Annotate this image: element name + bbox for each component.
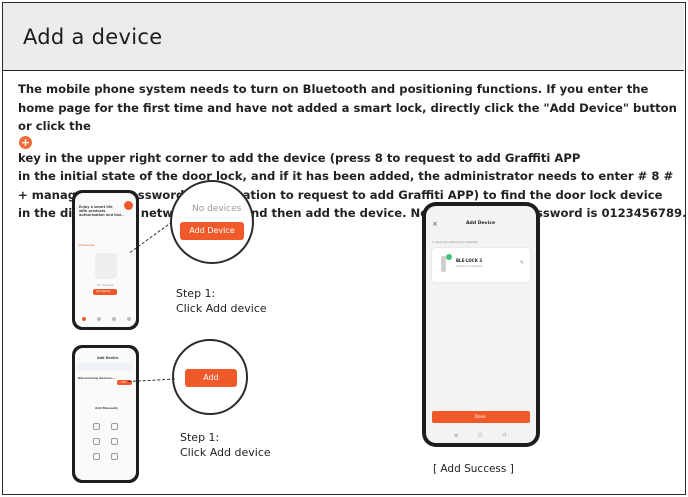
button-label: Done bbox=[475, 414, 486, 419]
step-number: Step 1: bbox=[180, 431, 220, 444]
device-category-icon[interactable] bbox=[111, 438, 118, 445]
title-bar: Add a device bbox=[3, 3, 684, 71]
info-banner bbox=[78, 363, 133, 371]
add-device-button[interactable]: Add Device bbox=[180, 222, 244, 240]
add-manually-label: Add Manually bbox=[95, 406, 118, 410]
step-description: Click Add device bbox=[180, 446, 271, 459]
device-category-icon[interactable] bbox=[93, 438, 100, 445]
button-label: Add Device bbox=[96, 290, 111, 293]
step-description: Click Add device bbox=[176, 302, 267, 315]
phone-add-device-screen: Add Device Discovering devices... Add Ad… bbox=[72, 345, 139, 483]
lock-device-icon bbox=[441, 256, 446, 272]
button-label: Add bbox=[121, 381, 126, 384]
device-category-icon[interactable] bbox=[93, 423, 100, 430]
phone-heading: authorization and Use.. bbox=[79, 213, 124, 217]
plus-circle-icon: + bbox=[19, 135, 32, 149]
scanning-text: Discovering devices... bbox=[78, 376, 116, 380]
scene-icon[interactable] bbox=[97, 317, 101, 321]
no-devices-text: No devices bbox=[192, 204, 242, 214]
device-category-icon[interactable] bbox=[111, 453, 118, 460]
tab-all-devices[interactable]: All Devices bbox=[78, 243, 95, 247]
screen-title: Add Device bbox=[97, 356, 119, 360]
paragraph-line: home page for the first time and have no… bbox=[18, 100, 677, 115]
check-icon bbox=[446, 254, 452, 260]
phone-screen: × Add Device 1 device(s) added successfu… bbox=[426, 206, 536, 443]
paragraph-line: The mobile phone system needs to turn on… bbox=[18, 82, 649, 96]
device-row: BLE-LOCK 3 Added successfully ✎ bbox=[432, 248, 530, 282]
add-button[interactable]: Add bbox=[185, 369, 237, 387]
phone-screen: Enjoy a smart life with products authori… bbox=[75, 193, 136, 327]
phone-screen: Add Device Discovering devices... Add Ad… bbox=[75, 348, 136, 480]
device-name: BLE-LOCK 3 bbox=[456, 258, 483, 263]
screen-title: Add Device bbox=[466, 221, 496, 226]
step-caption: Step 1: Click Add device bbox=[176, 286, 267, 316]
home-icon[interactable] bbox=[82, 317, 86, 321]
done-button[interactable]: Done bbox=[432, 411, 530, 423]
step-number: Step 1: bbox=[176, 287, 216, 300]
empty-illustration bbox=[95, 253, 117, 279]
phone-home-screen: Enjoy a smart life with products authori… bbox=[72, 190, 139, 330]
added-note: 1 device(s) added successfully bbox=[432, 240, 479, 244]
empty-text: No devices bbox=[97, 283, 114, 287]
device-category-icon[interactable] bbox=[93, 453, 100, 460]
page-title: Add a device bbox=[23, 25, 163, 49]
device-status: Added successfully bbox=[456, 264, 483, 268]
success-caption: [ Add Success ] bbox=[433, 463, 514, 475]
nav-home-icon[interactable]: ○ bbox=[478, 432, 482, 438]
plus-circle-icon bbox=[124, 201, 133, 210]
nav-menu-icon[interactable]: ≡ bbox=[454, 433, 458, 439]
nav-back-icon[interactable]: ◁ bbox=[502, 432, 506, 438]
edit-icon[interactable]: ✎ bbox=[520, 260, 524, 266]
smart-icon[interactable] bbox=[112, 317, 116, 321]
add-device-button[interactable]: Add Device bbox=[93, 289, 117, 295]
paragraph-line: in the initial state of the door lock, a… bbox=[18, 169, 674, 183]
close-icon[interactable]: × bbox=[432, 220, 438, 228]
device-category-icon[interactable] bbox=[111, 423, 118, 430]
step-caption: Step 1: Click Add device bbox=[180, 430, 271, 460]
zoom-callout-add-device: No devices Add Device bbox=[170, 180, 254, 264]
phone-add-success-screen: × Add Device 1 device(s) added successfu… bbox=[422, 202, 540, 447]
paragraph-line: or click the + key in the upper right corn… bbox=[18, 119, 581, 165]
profile-icon[interactable] bbox=[127, 317, 131, 321]
zoom-callout-add: Add bbox=[172, 339, 248, 415]
